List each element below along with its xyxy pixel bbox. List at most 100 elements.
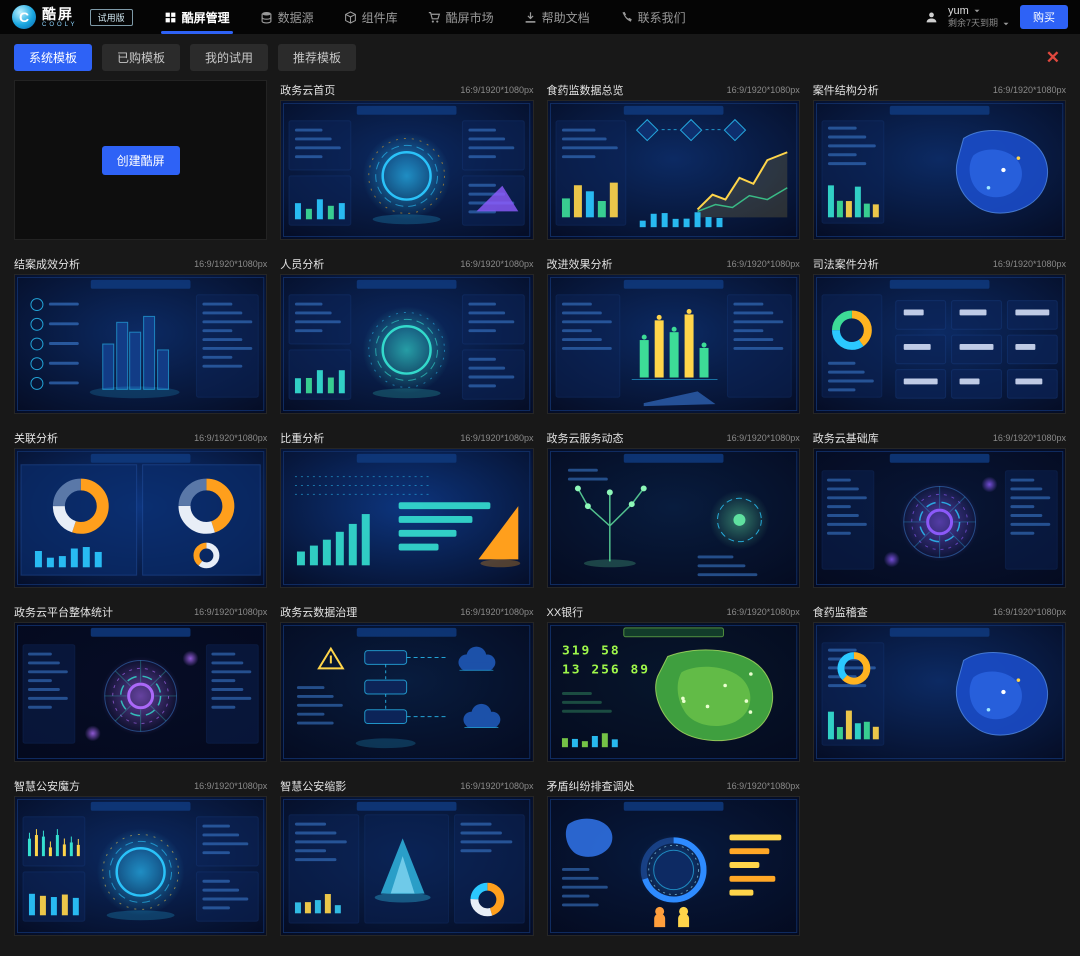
tab-recommended-templates[interactable]: 推荐模板 — [278, 44, 356, 71]
template-size-label: 16:9/1920*1080px — [194, 781, 267, 791]
template-card-7[interactable]: 司法案件分析 16:9/1920*1080px — [813, 254, 1066, 414]
nav-item-contact-us[interactable]: 联系我们 — [605, 0, 701, 34]
template-size-label: 16:9/1920*1080px — [194, 259, 267, 269]
template-title: 结案成效分析 — [14, 256, 80, 272]
template-size-label: 16:9/1920*1080px — [727, 85, 800, 95]
template-thumbnail[interactable] — [813, 622, 1066, 762]
subscription-status: 剩余7天到期 — [948, 18, 998, 29]
template-card-6[interactable]: 改进效果分析 16:9/1920*1080px — [547, 254, 800, 414]
template-thumbnail[interactable] — [813, 100, 1066, 240]
nav-item-component-library[interactable]: 组件库 — [329, 0, 413, 34]
download-icon — [524, 11, 537, 24]
main-nav: 酷屏管理 数据源 组件库 酷屏市场 帮助文档 联系我们 — [149, 0, 701, 34]
template-card-8[interactable]: 关联分析 16:9/1920*1080px — [14, 428, 267, 588]
template-thumbnail[interactable] — [14, 622, 267, 762]
template-size-label: 16:9/1920*1080px — [727, 433, 800, 443]
template-size-label: 16:9/1920*1080px — [993, 259, 1066, 269]
template-size-label: 16:9/1920*1080px — [993, 607, 1066, 617]
svg-text:319 58: 319 58 — [561, 644, 620, 659]
template-title: 食药监数据总览 — [547, 82, 624, 98]
template-title: 关联分析 — [14, 430, 58, 446]
buy-button[interactable]: 购买 — [1020, 5, 1068, 29]
database-icon — [260, 11, 273, 24]
template-card-3[interactable]: 案件结构分析 16:9/1920*1080px — [813, 80, 1066, 240]
template-card-9[interactable]: 比重分析 16:9/1920*1080px — [280, 428, 533, 588]
chevron-down-icon — [1002, 20, 1010, 28]
template-title: 政务云数据治理 — [280, 604, 357, 620]
nav-item-screen-manage[interactable]: 酷屏管理 — [149, 0, 245, 34]
template-card-13[interactable]: 政务云数据治理 16:9/1920*1080px — [280, 602, 533, 762]
template-thumbnail[interactable] — [280, 622, 533, 762]
template-title: 食药监稽查 — [813, 604, 868, 620]
template-title: 智慧公安缩影 — [280, 778, 346, 794]
template-thumbnail[interactable] — [813, 448, 1066, 588]
app-window: C 酷屏 COOLY 试用版 酷屏管理 数据源 组件库 酷屏市场 帮助文档 联系… — [0, 0, 1080, 950]
template-thumbnail[interactable] — [280, 100, 533, 240]
create-panel: 创建酷屏 — [14, 80, 267, 240]
chevron-down-icon — [973, 7, 981, 15]
template-card-4[interactable]: 结案成效分析 16:9/1920*1080px — [14, 254, 267, 414]
logo-title: 酷屏 — [42, 7, 78, 21]
template-thumbnail[interactable] — [813, 274, 1066, 414]
user-area: yum 剩余7天到期 购买 — [925, 5, 1068, 30]
app-logo[interactable]: C 酷屏 COOLY 试用版 — [12, 5, 133, 29]
close-button[interactable]: ✕ — [1040, 47, 1066, 68]
user-icon — [925, 11, 938, 24]
template-thumbnail[interactable]: 319 58 13 256 89 — [547, 622, 800, 762]
template-thumbnail[interactable] — [14, 274, 267, 414]
template-card-11[interactable]: 政务云基础库 16:9/1920*1080px — [813, 428, 1066, 588]
nav-item-help-doc[interactable]: 帮助文档 — [509, 0, 605, 34]
template-size-label: 16:9/1920*1080px — [993, 433, 1066, 443]
top-navbar: C 酷屏 COOLY 试用版 酷屏管理 数据源 组件库 酷屏市场 帮助文档 联系… — [0, 0, 1080, 34]
component-icon — [344, 11, 357, 24]
template-size-label: 16:9/1920*1080px — [727, 781, 800, 791]
template-title: 政务云首页 — [280, 82, 335, 98]
template-thumbnail[interactable] — [547, 448, 800, 588]
template-grid: 创建酷屏 政务云首页 16:9/1920*1080px 食药监数据总览 16:9… — [0, 80, 1080, 950]
template-thumbnail[interactable] — [280, 274, 533, 414]
nav-item-data-source[interactable]: 数据源 — [245, 0, 329, 34]
template-size-label: 16:9/1920*1080px — [727, 259, 800, 269]
template-card-17[interactable]: 智慧公安缩影 16:9/1920*1080px — [280, 776, 533, 936]
trial-version-badge: 试用版 — [90, 9, 133, 26]
template-card-10[interactable]: 政务云服务动态 16:9/1920*1080px — [547, 428, 800, 588]
template-thumbnail[interactable] — [14, 796, 267, 936]
template-card-14[interactable]: XX银行 16:9/1920*1080px 319 58 13 256 89 — [547, 602, 800, 762]
template-thumbnail[interactable] — [280, 796, 533, 936]
tab-list: 系统模板已购模板我的试用推荐模板 — [14, 44, 356, 71]
svg-text:13 256 89: 13 256 89 — [561, 662, 649, 677]
logo-icon: C — [12, 5, 36, 29]
template-card-5[interactable]: 人员分析 16:9/1920*1080px — [280, 254, 533, 414]
market-icon — [428, 11, 441, 24]
template-thumbnail[interactable] — [547, 796, 800, 936]
template-card-2[interactable]: 食药监数据总览 16:9/1920*1080px — [547, 80, 800, 240]
template-size-label: 16:9/1920*1080px — [993, 85, 1066, 95]
template-size-label: 16:9/1920*1080px — [194, 433, 267, 443]
template-title: 司法案件分析 — [813, 256, 879, 272]
template-tabbar: 系统模板已购模板我的试用推荐模板 ✕ — [0, 34, 1080, 80]
logo-subtitle: COOLY — [42, 22, 78, 28]
tab-system-templates[interactable]: 系统模板 — [14, 44, 92, 71]
template-card-16[interactable]: 智慧公安魔方 16:9/1920*1080px — [14, 776, 267, 936]
template-size-label: 16:9/1920*1080px — [727, 607, 800, 617]
template-size-label: 16:9/1920*1080px — [460, 781, 533, 791]
tab-purchased-templates[interactable]: 已购模板 — [102, 44, 180, 71]
template-card-12[interactable]: 政务云平台整体统计 16:9/1920*1080px — [14, 602, 267, 762]
template-title: 智慧公安魔方 — [14, 778, 80, 794]
create-screen-button[interactable]: 创建酷屏 — [102, 146, 180, 175]
template-thumbnail[interactable] — [14, 448, 267, 588]
template-card-18[interactable]: 矛盾纠纷排查调处 16:9/1920*1080px — [547, 776, 800, 936]
template-card-15[interactable]: 食药监稽查 16:9/1920*1080px — [813, 602, 1066, 762]
nav-item-screen-market[interactable]: 酷屏市场 — [413, 0, 509, 34]
user-menu[interactable]: yum 剩余7天到期 — [948, 5, 1010, 30]
template-card-1[interactable]: 政务云首页 16:9/1920*1080px — [280, 80, 533, 240]
template-size-label: 16:9/1920*1080px — [460, 85, 533, 95]
tab-my-trial[interactable]: 我的试用 — [190, 44, 268, 71]
template-title: XX银行 — [547, 604, 584, 620]
template-title: 政务云基础库 — [813, 430, 879, 446]
phone-icon — [620, 11, 633, 24]
template-thumbnail[interactable] — [547, 274, 800, 414]
template-thumbnail[interactable] — [280, 448, 533, 588]
template-thumbnail[interactable] — [547, 100, 800, 240]
template-size-label: 16:9/1920*1080px — [460, 607, 533, 617]
